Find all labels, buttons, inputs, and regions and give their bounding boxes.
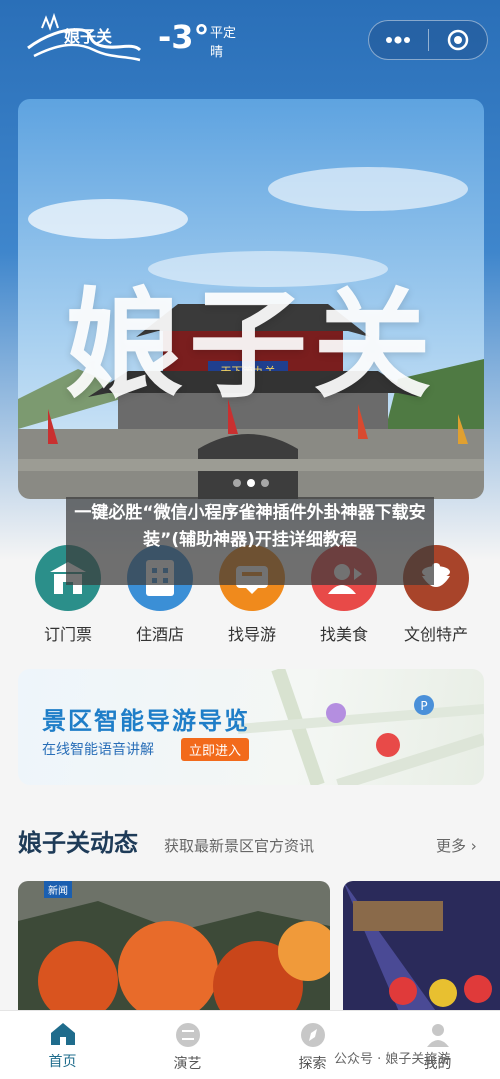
menu-label: 文创特产 <box>403 625 468 644</box>
more-dots-icon <box>386 36 411 44</box>
news-section-title: 娘子关动态 <box>18 828 138 857</box>
enter-now-button[interactable]: 立即进入 <box>181 738 250 761</box>
news-card[interactable]: 新闻 <box>18 881 330 1021</box>
performance-icon <box>175 1023 200 1047</box>
tab-label: 首页 <box>48 1054 77 1070</box>
tab-label: 探索 <box>298 1056 327 1072</box>
overlay-caption: 一键必胜“微信小程序雀神插件外卦神器下载安装”(辅助神器)开挂详细教程 <box>66 497 434 585</box>
bottom-tab-bar: 首页 演艺 探索 我的 <box>0 1010 500 1079</box>
news-tag: 新闻 <box>44 881 72 898</box>
menu-label: 找美食 <box>319 625 368 644</box>
menu-label: 找导游 <box>227 625 276 644</box>
tab-performance[interactable]: 演艺 <box>125 1011 250 1079</box>
more-button[interactable] <box>369 21 428 59</box>
weather-condition: 晴 <box>210 45 224 60</box>
menu-label: 住酒店 <box>135 625 184 644</box>
guide-title: 景区智能导游导览 <box>42 707 250 735</box>
tab-home[interactable]: 首页 <box>0 1011 125 1079</box>
compass-icon <box>300 1023 325 1047</box>
menu-label: 订门票 <box>43 625 92 644</box>
carousel-dot[interactable] <box>261 479 269 487</box>
news-image <box>18 881 330 1021</box>
more-link[interactable]: 更多 › <box>436 835 477 856</box>
tab-label: 演艺 <box>173 1056 202 1072</box>
tab-explore[interactable]: 探索 <box>250 1011 375 1079</box>
wechat-watermark: 公众号 · 娘子关旅游 <box>334 1052 451 1067</box>
carousel-dot-active[interactable] <box>247 479 255 487</box>
app-logo: 娘子关 <box>24 6 144 70</box>
tab-mine[interactable]: 我的 <box>375 1011 500 1079</box>
close-miniprogram-button[interactable] <box>429 21 488 59</box>
guide-subtitle: 在线智能语音讲解 <box>42 742 154 758</box>
news-image <box>343 881 500 1021</box>
weather-temperature: -3° <box>158 18 210 56</box>
news-card[interactable] <box>343 881 500 1021</box>
banner-title: 娘子关 <box>64 275 437 414</box>
svg-text:P: P <box>420 699 427 713</box>
carousel-indicator <box>18 479 484 487</box>
news-section-subtitle: 获取最新景区官方资讯 <box>164 837 315 855</box>
banner-carousel[interactable]: 天下第九关 娘子关 <box>18 99 484 499</box>
carousel-dot[interactable] <box>233 479 241 487</box>
miniprogram-capsule <box>368 20 488 60</box>
home-icon <box>50 1023 75 1045</box>
weather-location: 平定 <box>210 26 237 41</box>
smart-guide-card[interactable]: P 景区智能导游导览 在线智能语音讲解 立即进入 <box>18 669 484 785</box>
user-icon <box>426 1024 449 1047</box>
target-icon <box>447 29 468 51</box>
logo-text: 娘子关 <box>64 27 112 46</box>
